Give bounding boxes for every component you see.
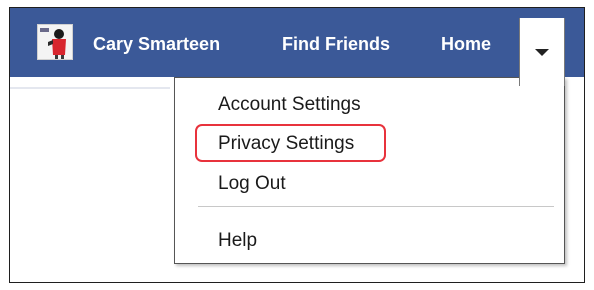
caret-down-icon <box>535 49 549 56</box>
home-link[interactable]: Home <box>441 8 491 77</box>
screenshot-frame: Cary Smarteen Find Friends Home Account … <box>9 7 585 283</box>
top-navigation-bar: Cary Smarteen Find Friends Home <box>10 8 584 77</box>
find-friends-link[interactable]: Find Friends <box>282 8 390 77</box>
profile-link[interactable]: Cary Smarteen <box>93 8 220 77</box>
menu-item-privacy-settings[interactable]: Privacy Settings <box>218 129 354 159</box>
menu-item-help[interactable]: Help <box>218 226 257 256</box>
background-divider <box>10 87 170 89</box>
menu-item-log-out[interactable]: Log Out <box>218 169 286 199</box>
account-dropdown-menu: Account Settings Privacy Settings Log Ou… <box>174 77 565 264</box>
menu-divider <box>198 206 554 207</box>
profile-photo-icon <box>38 25 72 59</box>
menu-item-account-settings[interactable]: Account Settings <box>218 90 361 120</box>
account-menu-button[interactable] <box>519 18 565 86</box>
user-avatar[interactable] <box>37 24 73 60</box>
